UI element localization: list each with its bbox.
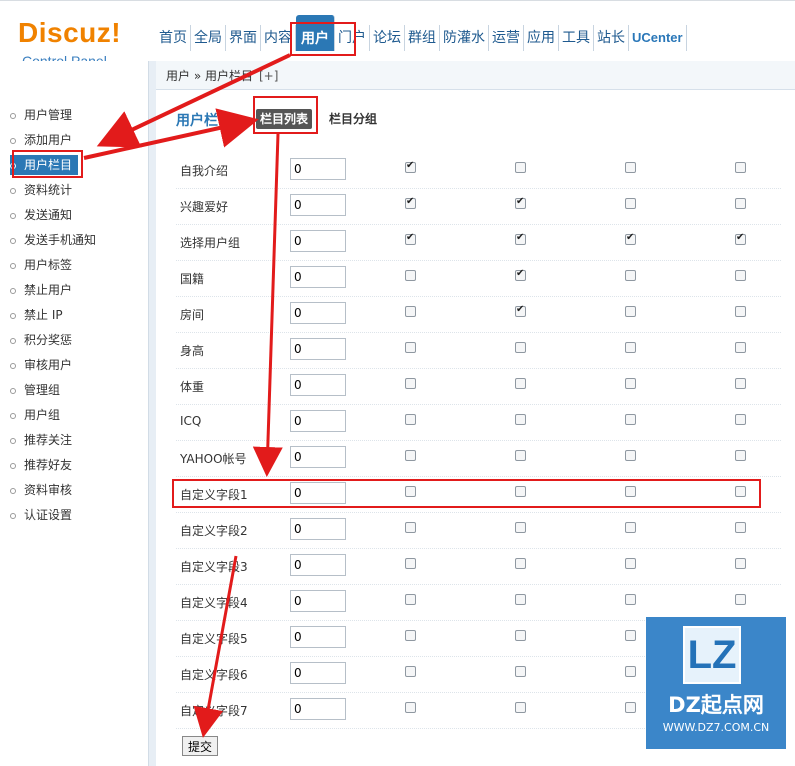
watermark-url: WWW.DZ7.COM.CN: [662, 721, 770, 734]
watermark-logo: LZ: [683, 626, 741, 684]
arrow-nav-to-sidebar: [96, 53, 291, 148]
arrow-row-to-submit: [193, 555, 238, 738]
site-watermark: LZ DZ起点网 WWW.DZ7.COM.CN: [646, 617, 786, 749]
arrow-tab-to-row: [252, 133, 283, 477]
watermark-name: DZ起点网: [668, 693, 764, 717]
